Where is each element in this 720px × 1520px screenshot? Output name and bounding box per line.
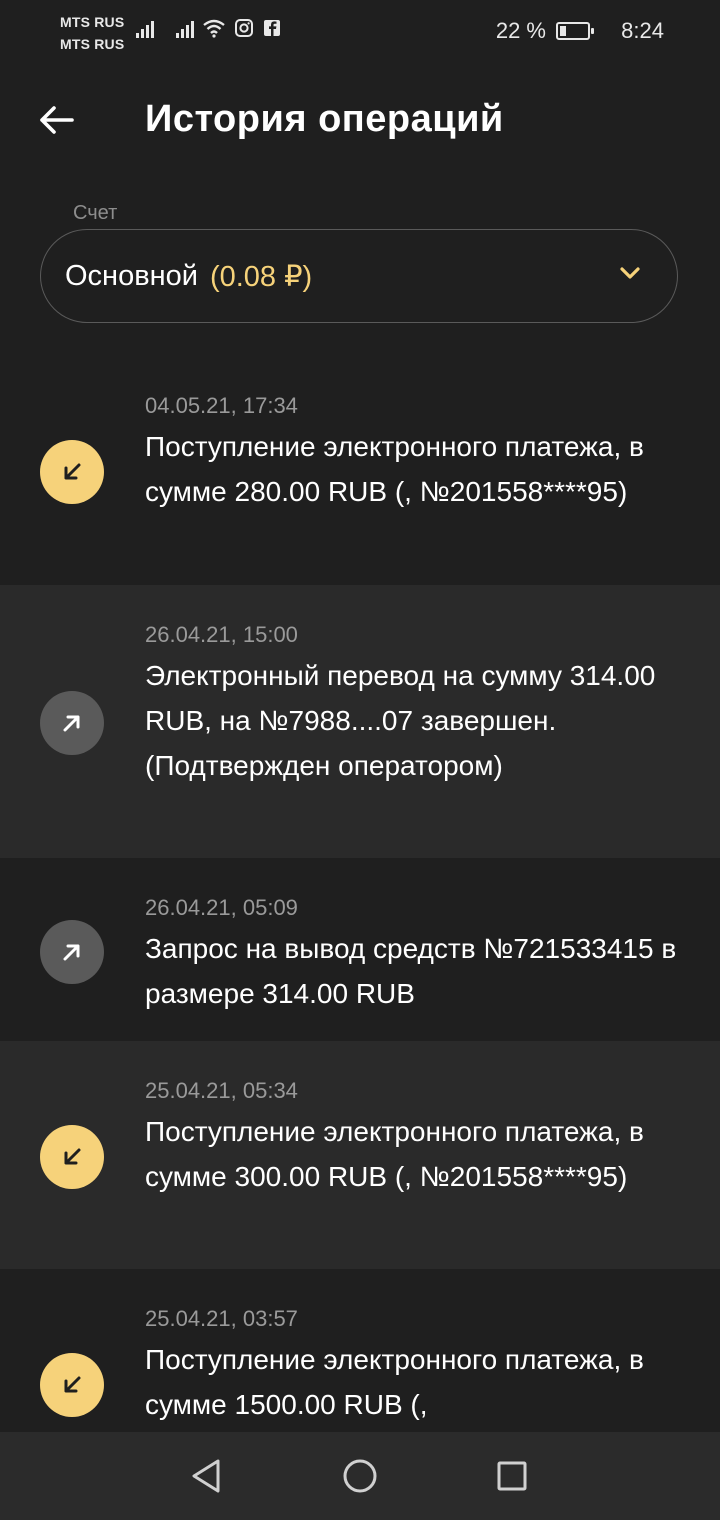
screen: MTS RUS MTS RUS 22 % 8:24 История операц…	[0, 0, 720, 1520]
chevron-down-icon	[620, 267, 640, 279]
app-header: История операций	[0, 72, 720, 162]
operation-date: 04.05.21, 17:34	[145, 393, 298, 418]
circle-home-icon	[343, 1459, 377, 1493]
arrow-down-left-icon	[64, 1148, 81, 1165]
arrow-left-icon	[40, 106, 74, 134]
operation-description: Поступление электронного платежа, в сумм…	[145, 1116, 644, 1192]
arrow-down-left-icon	[64, 1376, 81, 1393]
operation-date: 25.04.21, 05:34	[145, 1078, 298, 1103]
battery-percent: 22 %	[495, 18, 546, 43]
outgoing-badge	[40, 691, 104, 755]
battery-group: 22 %	[495, 18, 594, 44]
incoming-badge	[40, 1353, 104, 1417]
incoming-badge	[40, 440, 104, 504]
signal-1-icon	[136, 20, 154, 38]
account-label: Счет	[73, 202, 118, 224]
nav-recents-button[interactable]	[488, 1452, 536, 1500]
carrier-labels: MTS RUS MTS RUS	[60, 11, 124, 55]
instagram-icon	[235, 19, 253, 37]
operation-row[interactable]: 26.04.21, 15:00 Электронный перевод на с…	[0, 585, 720, 858]
carrier-2-label: MTS RUS	[60, 36, 125, 52]
operation-row[interactable]: 26.04.21, 05:09 Запрос на вывод средств …	[0, 858, 720, 1041]
arrow-up-right-icon	[63, 944, 80, 961]
operation-description: Запрос на вывод средств №721533415 в раз…	[145, 933, 677, 1009]
facebook-icon	[264, 20, 280, 36]
battery-icon	[556, 22, 594, 40]
square-recents-icon	[497, 1461, 527, 1491]
account-balance: (0.08 ₽)	[209, 260, 313, 293]
status-icons	[136, 18, 282, 38]
operation-date: 26.04.21, 05:09	[145, 895, 298, 920]
status-bar: MTS RUS MTS RUS 22 % 8:24	[0, 0, 720, 64]
system-nav-bar	[0, 1432, 720, 1520]
arrow-up-right-icon	[63, 715, 80, 732]
nav-home-button[interactable]	[336, 1452, 384, 1500]
operation-row[interactable]: 04.05.21, 17:34 Поступление электронного…	[0, 356, 720, 585]
nav-back-button[interactable]	[182, 1452, 230, 1500]
page-title: История операций	[145, 98, 504, 140]
back-button[interactable]	[30, 94, 82, 146]
operation-date: 26.04.21, 15:00	[145, 622, 298, 647]
operation-description: Поступление электронного платежа, в сумм…	[145, 431, 644, 507]
signal-2-icon	[176, 20, 194, 38]
carrier-1-label: MTS RUS	[60, 14, 125, 30]
operation-row[interactable]: 25.04.21, 05:34 Поступление электронного…	[0, 1041, 720, 1269]
operation-date: 25.04.21, 03:57	[145, 1306, 298, 1331]
incoming-badge	[40, 1125, 104, 1189]
account-select[interactable]: Основной (0.08 ₽)	[40, 229, 678, 323]
triangle-back-icon	[192, 1459, 220, 1493]
outgoing-badge	[40, 920, 104, 984]
account-name: Основной	[65, 259, 198, 292]
operation-description: Электронный перевод на сумму 314.00 RUB,…	[145, 660, 656, 781]
arrow-down-left-icon	[64, 463, 81, 480]
clock: 8:24	[621, 18, 664, 43]
operation-description: Поступление электронного платежа, в сумм…	[145, 1344, 644, 1420]
operations-list: 04.05.21, 17:34 Поступление электронного…	[0, 356, 720, 1509]
wifi-icon	[203, 19, 225, 38]
